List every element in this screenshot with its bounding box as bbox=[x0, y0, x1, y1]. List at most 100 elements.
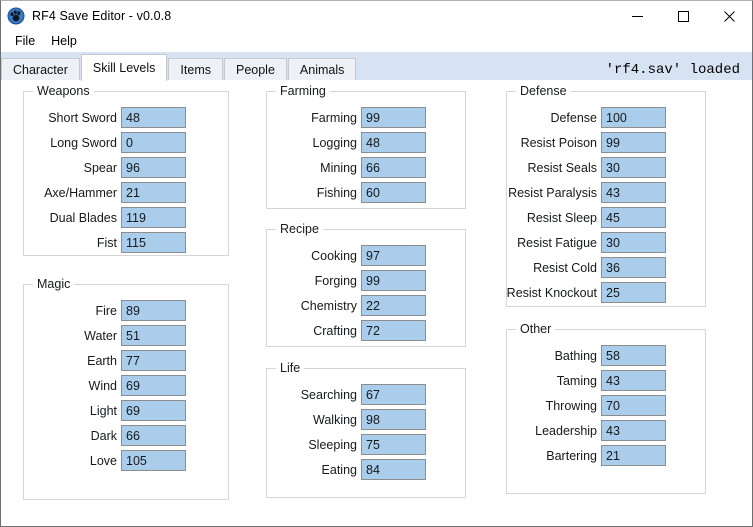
skill-row: Long Sword bbox=[24, 130, 228, 155]
skill-value-input[interactable] bbox=[121, 375, 186, 396]
group-recipe-title: Recipe bbox=[276, 222, 323, 236]
skill-value-input[interactable] bbox=[361, 182, 426, 203]
skill-label: Throwing bbox=[545, 398, 597, 413]
skill-row: Farming bbox=[267, 105, 465, 130]
skill-label: Light bbox=[89, 403, 117, 418]
skill-row: Wind bbox=[24, 373, 228, 398]
skill-row: Resist Poison bbox=[507, 130, 705, 155]
group-life-title: Life bbox=[276, 361, 305, 375]
skill-value-input[interactable] bbox=[601, 182, 666, 203]
skill-value-input[interactable] bbox=[121, 182, 186, 203]
app-window: RF4 Save Editor - v0.0.8 File Help Chara… bbox=[0, 0, 753, 527]
group-farming-title: Farming bbox=[276, 84, 330, 98]
skill-label: Axe/Hammer bbox=[44, 185, 117, 200]
skill-value-input[interactable] bbox=[361, 434, 426, 455]
group-recipe-rows: Cooking Forging Chemistry Crafting bbox=[267, 230, 465, 343]
maximize-button[interactable] bbox=[660, 1, 706, 31]
skill-row: Spear bbox=[24, 155, 228, 180]
tab-items[interactable]: Items bbox=[168, 58, 223, 80]
skill-value-input[interactable] bbox=[361, 245, 426, 266]
skill-row: Sleeping bbox=[267, 432, 465, 457]
skill-value-input[interactable] bbox=[361, 132, 426, 153]
skill-label: Defense bbox=[550, 110, 597, 125]
skill-label: Forging bbox=[314, 273, 357, 288]
skill-value-input[interactable] bbox=[601, 207, 666, 228]
group-defense-rows: Defense Resist Poison Resist Seals Resist P… bbox=[507, 92, 705, 305]
menu-item-help[interactable]: Help bbox=[43, 32, 85, 51]
skill-value-input[interactable] bbox=[361, 157, 426, 178]
skill-value-input[interactable] bbox=[121, 400, 186, 421]
tab-animals[interactable]: Animals bbox=[287, 58, 357, 80]
skill-value-input[interactable] bbox=[361, 384, 426, 405]
skill-row: Leadership bbox=[507, 418, 705, 443]
title-bar: RF4 Save Editor - v0.0.8 bbox=[1, 1, 752, 31]
close-button[interactable] bbox=[706, 1, 752, 31]
skill-row: Cooking bbox=[267, 243, 465, 268]
skill-value-input[interactable] bbox=[601, 232, 666, 253]
group-weapons-title: Weapons bbox=[33, 84, 94, 98]
group-defense-title: Defense bbox=[516, 84, 571, 98]
skill-value-input[interactable] bbox=[601, 420, 666, 441]
group-magic-title: Magic bbox=[33, 277, 75, 291]
group-other-rows: Bathing Taming Throwing Leadership Bartering bbox=[507, 330, 705, 468]
skill-value-input[interactable] bbox=[601, 445, 666, 466]
skill-label: Long Sword bbox=[50, 135, 117, 150]
group-magic-rows: Fire Water Earth Wind Light Dark Love bbox=[24, 285, 228, 473]
skill-value-input[interactable] bbox=[361, 107, 426, 128]
skill-value-input[interactable] bbox=[121, 325, 186, 346]
skill-row: Water bbox=[24, 323, 228, 348]
skill-label: Dual Blades bbox=[49, 210, 117, 225]
group-life-rows: Searching Walking Sleeping Eating bbox=[267, 369, 465, 482]
skill-value-input[interactable] bbox=[601, 132, 666, 153]
skill-row: Resist Fatigue bbox=[507, 230, 705, 255]
skill-label: Logging bbox=[312, 135, 358, 150]
status-text: 'rf4.sav' loaded bbox=[605, 62, 740, 78]
skill-value-input[interactable] bbox=[361, 320, 426, 341]
skill-label: Bartering bbox=[546, 448, 597, 463]
skill-value-input[interactable] bbox=[121, 425, 186, 446]
skill-label: Resist Poison bbox=[520, 135, 597, 150]
skill-value-input[interactable] bbox=[121, 107, 186, 128]
skill-value-input[interactable] bbox=[601, 345, 666, 366]
menu-item-file[interactable]: File bbox=[7, 32, 43, 51]
skill-row: Walking bbox=[267, 407, 465, 432]
skill-label: Resist Fatigue bbox=[517, 235, 597, 250]
skill-value-input[interactable] bbox=[601, 282, 666, 303]
skill-value-input[interactable] bbox=[601, 257, 666, 278]
skill-value-input[interactable] bbox=[601, 370, 666, 391]
skill-value-input[interactable] bbox=[121, 450, 186, 471]
skill-label: Resist Knockout bbox=[506, 285, 597, 300]
skill-row: Chemistry bbox=[267, 293, 465, 318]
skill-value-input[interactable] bbox=[361, 295, 426, 316]
skill-row: Defense bbox=[507, 105, 705, 130]
skill-value-input[interactable] bbox=[601, 395, 666, 416]
skill-label: Farming bbox=[311, 110, 357, 125]
skill-label: Wind bbox=[88, 378, 117, 393]
skill-value-input[interactable] bbox=[121, 132, 186, 153]
skill-label: Eating bbox=[321, 462, 357, 477]
tab-character[interactable]: Character bbox=[1, 58, 80, 80]
skill-value-input[interactable] bbox=[601, 157, 666, 178]
skill-row: Fishing bbox=[267, 180, 465, 205]
skill-row: Resist Sleep bbox=[507, 205, 705, 230]
skill-value-input[interactable] bbox=[361, 270, 426, 291]
skill-label: Bathing bbox=[554, 348, 597, 363]
group-defense: Defense Defense Resist Poison Resist Seals… bbox=[506, 84, 706, 307]
skill-row: Resist Paralysis bbox=[507, 180, 705, 205]
skill-value-input[interactable] bbox=[121, 232, 186, 253]
minimize-button[interactable] bbox=[614, 1, 660, 31]
tab-people[interactable]: People bbox=[223, 58, 287, 80]
skill-value-input[interactable] bbox=[121, 350, 186, 371]
group-recipe: Recipe Cooking Forging Chemistry Crafting bbox=[266, 222, 466, 347]
skill-row: Mining bbox=[267, 155, 465, 180]
skill-value-input[interactable] bbox=[361, 459, 426, 480]
skill-value-input[interactable] bbox=[121, 300, 186, 321]
skill-label: Sleeping bbox=[308, 437, 357, 452]
skill-value-input[interactable] bbox=[121, 157, 186, 178]
skill-value-input[interactable] bbox=[601, 107, 666, 128]
skill-value-input[interactable] bbox=[361, 409, 426, 430]
skill-value-input[interactable] bbox=[121, 207, 186, 228]
skill-row: Throwing bbox=[507, 393, 705, 418]
skill-label: Resist Paralysis bbox=[508, 185, 597, 200]
tab-skill-levels[interactable]: Skill Levels bbox=[80, 54, 168, 81]
